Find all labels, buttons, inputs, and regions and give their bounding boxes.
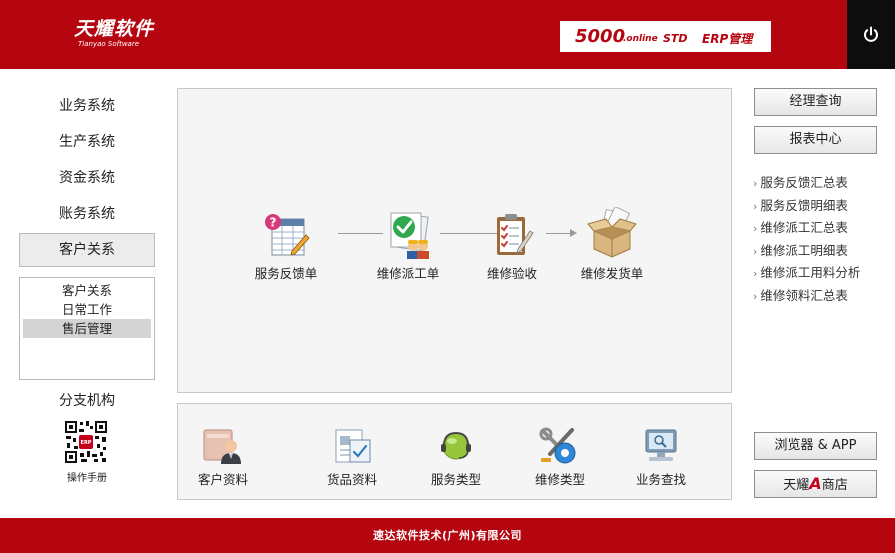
tool-goods-info[interactable]: 货品资料 <box>307 426 397 488</box>
report-links-list: › 服务反馈汇总表 › 服务反馈明细表 › 维修派工汇总表 › 维修派工明细表 › 维修派… <box>753 172 860 308</box>
logo-en-text: Tianyao Software <box>78 40 140 48</box>
sub-item-after-sales[interactable]: 售后管理 <box>23 319 151 338</box>
flow-node-service-feedback[interactable]: ? 服务反馈单 <box>241 211 331 282</box>
shop-label-prefix: 天耀 <box>783 478 810 493</box>
operation-manual-link[interactable]: 操作手册 <box>19 469 155 484</box>
version-edition: STD <box>663 32 688 45</box>
chevron-right-icon: › <box>753 289 758 303</box>
power-button[interactable] <box>847 0 895 69</box>
flow-node-label: 维修验收 <box>486 266 537 281</box>
svg-text:?: ? <box>270 216 277 230</box>
after-sales-flow-panel: ? 服务反馈单 维修派工单 维修验收 维修发货单 <box>177 88 732 393</box>
manager-query-button[interactable]: 经理查询 <box>754 88 877 116</box>
report-link-feedback-summary[interactable]: › 服务反馈汇总表 <box>753 172 860 195</box>
version-number: 5000 <box>575 26 626 47</box>
tool-customer-info[interactable]: 客户资料 <box>178 426 268 488</box>
footer-company-name: 速达软件技术(广州)有限公司 <box>372 529 523 542</box>
flow-node-repair-dispatch[interactable]: 维修派工单 <box>363 207 453 282</box>
sidebar-item-production[interactable]: 生产系统 <box>19 125 155 159</box>
chevron-right-icon: › <box>753 177 758 190</box>
report-link-label: 维修派工用料分析 <box>760 265 861 281</box>
report-link-dispatch-material[interactable]: › 维修派工用料分析 <box>753 262 860 285</box>
report-link-label: 维修派工明细表 <box>760 242 848 258</box>
report-link-label: 服务反馈汇总表 <box>760 175 848 190</box>
chevron-right-icon: › <box>753 244 758 258</box>
chevron-right-icon: › <box>753 267 758 281</box>
tool-repair-type[interactable]: 维修类型 <box>515 426 605 488</box>
power-icon <box>864 26 878 42</box>
service-feedback-icon: ? <box>265 214 310 256</box>
report-link-label: 维修派工汇总表 <box>760 220 848 236</box>
report-center-button[interactable]: 报表中心 <box>754 126 877 154</box>
customer-info-icon <box>203 429 241 464</box>
shipping-box-icon <box>587 207 637 258</box>
repair-dispatch-icon <box>390 212 429 259</box>
flow-node-label: 服务反馈单 <box>254 266 318 281</box>
report-link-dispatch-detail[interactable]: › 维修派工明细表 <box>753 240 860 263</box>
branch-office-label[interactable]: 分支机构 <box>19 390 155 410</box>
flow-node-repair-shipping[interactable]: 维修发货单 <box>567 207 657 282</box>
chevron-right-icon: › <box>753 222 758 236</box>
tianyao-shop-button[interactable]: 天耀A商店 <box>754 470 877 498</box>
report-link-label: 维修领料汇总表 <box>760 287 848 303</box>
tool-label: 货品资料 <box>326 472 377 487</box>
version-erp-label: ERP管理 <box>702 32 753 46</box>
flow-node-label: 维修发货单 <box>580 266 644 281</box>
tool-business-search[interactable]: 业务查找 <box>616 426 706 488</box>
sub-item-customer-relations[interactable]: 客户关系 <box>23 281 151 300</box>
sidebar-item-business[interactable]: 业务系统 <box>19 89 155 123</box>
flow-node-repair-acceptance[interactable]: 维修验收 <box>467 211 557 282</box>
product-version-badge: 5000 .online STD ERP管理 <box>560 21 771 52</box>
report-link-label: 服务反馈明细表 <box>760 197 848 213</box>
flow-node-label: 维修派工单 <box>376 266 440 281</box>
sidebar-item-crm[interactable]: 客户关系 <box>19 233 155 267</box>
chevron-right-icon: › <box>753 199 758 213</box>
tianyao-logo: 天耀软件 Tianyao Software <box>74 18 154 48</box>
svg-text:ERP: ERP <box>81 440 92 446</box>
tool-label: 业务查找 <box>635 472 686 487</box>
report-link-requisition-summary[interactable]: › 维修领料汇总表 <box>753 285 860 308</box>
logo-cn-text: 天耀软件 <box>74 18 155 40</box>
business-search-icon <box>645 429 677 461</box>
tool-label: 服务类型 <box>430 472 481 487</box>
qr-code-icon[interactable]: ERP <box>64 420 108 464</box>
basic-data-tools-panel: 客户资料 货品资料 服务类型 维修类型 业务查找 <box>177 403 732 500</box>
crm-sub-menu: 客户关系 日常工作 售后管理 <box>19 277 155 380</box>
service-type-icon <box>441 431 471 460</box>
sidebar-item-funds[interactable]: 资金系统 <box>19 161 155 195</box>
sidebar-item-accounting[interactable]: 账务系统 <box>19 197 155 231</box>
repair-acceptance-icon <box>497 214 534 255</box>
tool-service-type[interactable]: 服务类型 <box>411 426 501 488</box>
tool-label: 维修类型 <box>534 472 585 487</box>
top-header-bar: 天耀软件 Tianyao Software 5000 .online STD E… <box>0 0 895 69</box>
shop-a-logo-icon: A <box>809 474 822 493</box>
report-link-feedback-detail[interactable]: › 服务反馈明细表 <box>753 195 860 218</box>
browser-app-button[interactable]: 浏览器 & APP <box>754 432 877 460</box>
shop-label-suffix: 商店 <box>821 478 848 493</box>
tool-label: 客户资料 <box>197 472 248 487</box>
repair-tools-icon <box>539 427 576 464</box>
sub-item-daily-work[interactable]: 日常工作 <box>23 300 151 319</box>
goods-info-icon <box>335 429 371 463</box>
version-online: .online <box>623 34 658 44</box>
footer-bar: 速达软件技术(广州)有限公司 <box>0 518 895 553</box>
report-link-dispatch-summary[interactable]: › 维修派工汇总表 <box>753 217 860 240</box>
